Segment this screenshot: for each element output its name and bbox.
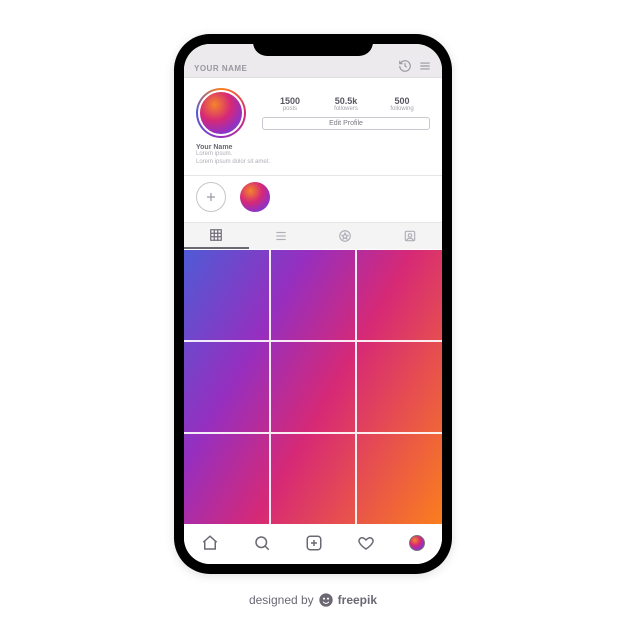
freepik-logo-icon	[318, 592, 334, 608]
stat-value: 50.5k	[318, 96, 374, 106]
bio-line: Lorem ipsum dolor sit amet.	[196, 159, 430, 167]
profile-nav-avatar[interactable]	[409, 535, 425, 551]
edit-profile-button[interactable]: Edit Profile	[262, 117, 430, 130]
content-tabs	[184, 223, 442, 250]
post-thumbnail[interactable]	[271, 434, 356, 524]
tab-grid[interactable]	[184, 223, 249, 249]
bio-name: Your Name	[196, 144, 430, 151]
home-icon[interactable]	[201, 534, 219, 552]
phone-frame: YOUR NAME 1500	[174, 34, 452, 574]
posts-grid	[184, 250, 442, 524]
add-post-icon[interactable]	[305, 534, 323, 552]
story-highlight[interactable]	[240, 182, 270, 212]
bio-line: Lorem ipsum.	[196, 151, 430, 159]
search-icon[interactable]	[253, 534, 271, 552]
attribution: designed by freepik	[249, 592, 377, 608]
post-thumbnail[interactable]	[357, 250, 442, 340]
post-thumbnail[interactable]	[357, 434, 442, 524]
tab-list[interactable]	[249, 223, 314, 249]
credit-prefix: designed by	[249, 593, 314, 607]
history-icon[interactable]	[398, 59, 412, 73]
bottom-nav	[184, 524, 442, 564]
stat-following[interactable]: 500 following	[374, 96, 430, 112]
stat-followers[interactable]: 50.5k followers	[318, 96, 374, 112]
add-story-button[interactable]	[196, 182, 226, 212]
tab-favorites[interactable]	[313, 223, 378, 249]
stat-posts[interactable]: 1500 posts	[262, 96, 318, 112]
profile-section: 1500 posts 50.5k followers 500 following…	[184, 78, 442, 176]
post-thumbnail[interactable]	[184, 434, 269, 524]
post-thumbnail[interactable]	[271, 250, 356, 340]
stat-value: 1500	[262, 96, 318, 106]
post-thumbnail[interactable]	[271, 342, 356, 432]
credit-brand: freepik	[338, 593, 377, 607]
page-title[interactable]: YOUR NAME	[194, 64, 247, 73]
heart-icon[interactable]	[357, 534, 375, 552]
phone-notch	[253, 34, 373, 56]
post-thumbnail[interactable]	[357, 342, 442, 432]
post-thumbnail[interactable]	[184, 342, 269, 432]
stat-label: posts	[262, 106, 318, 112]
profile-avatar[interactable]	[196, 88, 246, 138]
stories-row	[184, 176, 442, 223]
stat-value: 500	[374, 96, 430, 106]
post-thumbnail[interactable]	[184, 250, 269, 340]
stat-label: followers	[318, 106, 374, 112]
tab-tagged[interactable]	[378, 223, 443, 249]
stat-label: following	[374, 106, 430, 112]
menu-icon[interactable]	[418, 59, 432, 73]
screen: YOUR NAME 1500	[184, 44, 442, 564]
